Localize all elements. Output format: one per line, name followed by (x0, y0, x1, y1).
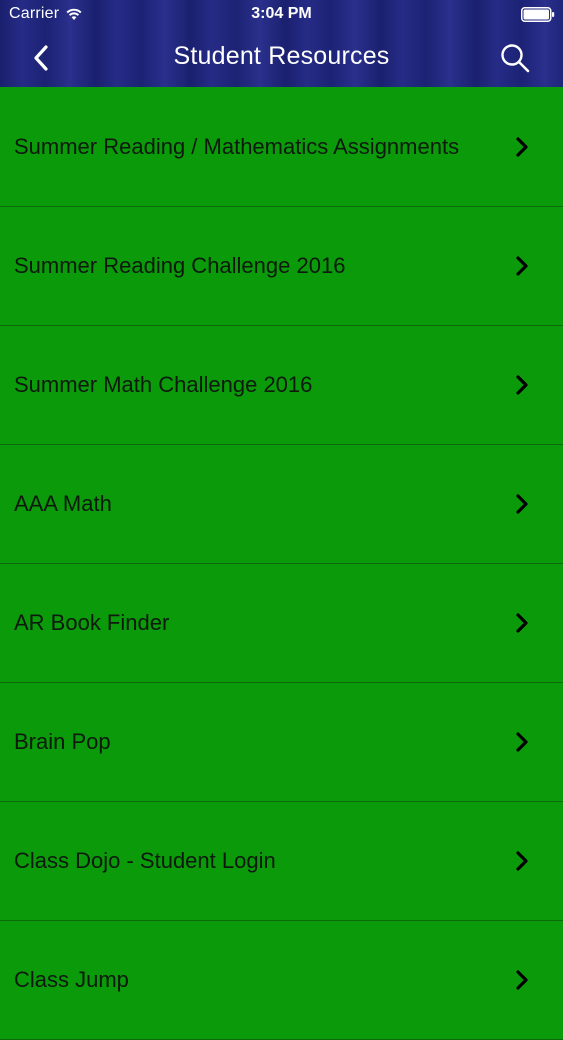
list-item-label: Summer Reading / Mathematics Assignments (14, 133, 460, 159)
list-item-label: Summer Math Challenge 2016 (14, 372, 313, 397)
status-bar: Carrier 3:04 PM (0, 0, 563, 30)
list-item-label: AR Book Finder (14, 610, 170, 635)
chevron-right-icon (516, 375, 528, 395)
list-item-label: Brain Pop (14, 729, 111, 754)
chevron-right-icon (516, 256, 528, 276)
list-item-label: AAA Math (14, 491, 112, 516)
page-title: Student Resources (173, 42, 390, 70)
list-item[interactable]: AR Book Finder (0, 564, 563, 683)
list-item[interactable]: AAA Math (0, 445, 563, 564)
chevron-right-icon (516, 613, 528, 633)
chevron-right-icon (516, 136, 528, 157)
navigation-bar: Student Resources (0, 36, 563, 80)
list-item-label: Class Dojo - Student Login (14, 848, 276, 873)
list-item-label: Summer Reading Challenge 2016 (14, 253, 346, 278)
chevron-right-icon (516, 851, 528, 871)
chevron-right-icon (516, 732, 528, 752)
list-item-label: Class Jump (14, 967, 129, 992)
search-icon[interactable] (499, 42, 531, 74)
list-item[interactable]: Class Jump (0, 921, 563, 1040)
app-header: Carrier 3:04 PM Student Resources (0, 0, 563, 87)
list-item[interactable]: Class Dojo - Student Login (0, 802, 563, 921)
list-item[interactable]: Summer Math Challenge 2016 (0, 326, 563, 445)
list-item[interactable]: Brain Pop (0, 683, 563, 802)
battery-icon (521, 7, 555, 22)
list-item[interactable]: Summer Reading Challenge 2016 (0, 207, 563, 326)
chevron-right-icon (516, 494, 528, 514)
chevron-right-icon (516, 970, 528, 990)
list-item[interactable]: Summer Reading / Mathematics Assignments (0, 87, 563, 207)
status-time: 3:04 PM (251, 5, 312, 22)
resource-list: Summer Reading / Mathematics Assignments… (0, 87, 563, 1040)
